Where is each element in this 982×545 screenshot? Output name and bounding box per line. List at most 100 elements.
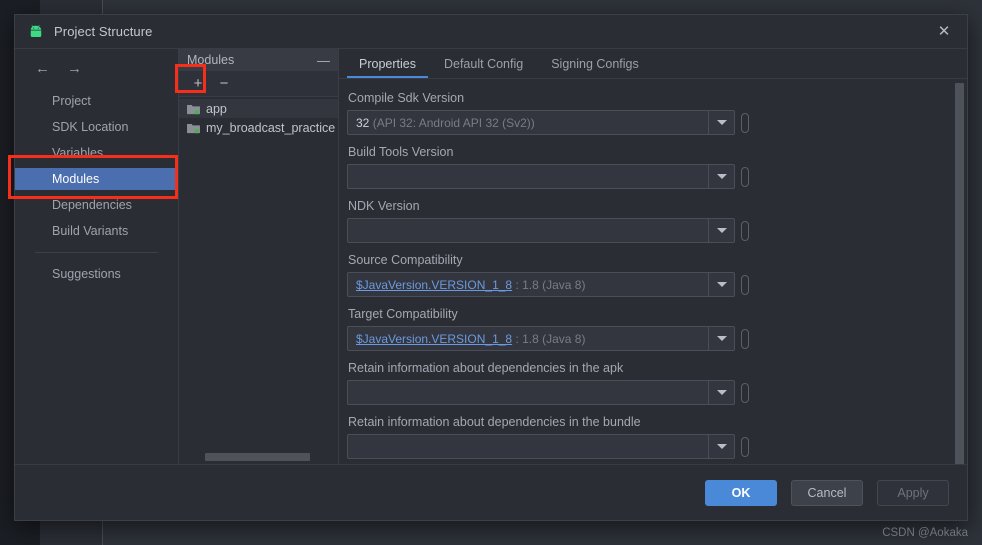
variable-picker-icon[interactable] [741, 274, 749, 295]
module-name: my_broadcast_practice [206, 120, 336, 135]
list-item[interactable]: my_broadcast_practice [179, 118, 338, 137]
field-row: $JavaVersion.VERSION_1_8 : 1.8 (Java 8) [347, 326, 967, 351]
cancel-button[interactable]: Cancel [791, 479, 863, 506]
tab-properties[interactable]: Properties [345, 49, 430, 78]
collapse-icon[interactable]: — [317, 54, 330, 67]
variable-picker-icon[interactable] [741, 166, 749, 187]
module-name: app [206, 101, 227, 116]
field-label: Retain information about dependencies in… [348, 415, 641, 429]
sidebar-item-modules[interactable]: Modules [15, 168, 178, 190]
compile-sdk-version-combobox[interactable]: 32 (API 32: Android API 32 (Sv2)) [347, 110, 735, 135]
sidebar-item-sdk-location[interactable]: SDK Location [15, 116, 178, 138]
combo-value: 32 (API 32: Android API 32 (Sv2)) [348, 116, 708, 130]
field-compile-sdk-version: Compile Sdk Version 32 (API 32: Android … [347, 91, 967, 135]
ndk-version-combobox[interactable] [347, 218, 735, 243]
tab-bar: Properties Default Config Signing Config… [339, 49, 967, 79]
sidebar-item-label: SDK Location [52, 120, 129, 134]
tab-label: Default Config [443, 56, 524, 71]
dialog-titlebar: Project Structure ✕ [15, 15, 967, 49]
chevron-down-icon[interactable] [708, 273, 734, 296]
build-tools-version-combobox[interactable] [347, 164, 735, 189]
close-icon[interactable]: ✕ [933, 21, 955, 43]
combo-variable-text: $JavaVersion.VERSION_1_8 [356, 331, 513, 346]
modules-horizontal-scrollbar[interactable] [179, 451, 338, 464]
dialog-title: Project Structure [54, 24, 153, 39]
field-label: Source Compatibility [348, 253, 463, 267]
project-structure-dialog: Project Structure ✕ ← → Project SDK Loca… [14, 14, 968, 521]
left-navigation: ← → Project SDK Location Variables Modul… [15, 49, 179, 464]
scrollbar-thumb[interactable] [955, 83, 964, 464]
field-row: $JavaVersion.VERSION_1_8 : 1.8 (Java 8) [347, 272, 967, 297]
field-label: Target Compatibility [348, 307, 458, 321]
sidebar-item-label: Suggestions [52, 267, 121, 281]
retain-dependencies-apk-combobox[interactable] [347, 380, 735, 405]
back-arrow-icon[interactable]: ← [35, 61, 51, 76]
combo-hint-text: : 1.8 (Java 8) [515, 277, 586, 292]
target-compatibility-combobox[interactable]: $JavaVersion.VERSION_1_8 : 1.8 (Java 8) [347, 326, 735, 351]
field-build-tools-version: Build Tools Version [347, 145, 967, 189]
chevron-down-icon[interactable] [708, 327, 734, 350]
variable-picker-icon[interactable] [741, 382, 749, 403]
list-item[interactable]: app [179, 99, 338, 118]
module-folder-icon [187, 104, 200, 114]
field-target-compatibility: Target Compatibility $JavaVersion.VERSIO… [347, 307, 967, 351]
combo-value: $JavaVersion.VERSION_1_8 : 1.8 (Java 8) [348, 278, 708, 292]
field-retain-dependencies-apk: Retain information about dependencies in… [347, 361, 967, 405]
modules-panel: Modules — + − app my_broadcast_practice [179, 49, 339, 464]
field-row [347, 164, 967, 189]
ok-button[interactable]: OK [705, 479, 777, 506]
retain-dependencies-bundle-combobox[interactable] [347, 434, 735, 459]
field-row [347, 434, 967, 459]
combo-variable-text: $JavaVersion.VERSION_1_8 [356, 277, 513, 292]
sidebar-item-suggestions[interactable]: Suggestions [15, 263, 178, 285]
chevron-down-icon[interactable] [708, 111, 734, 134]
field-row: 32 (API 32: Android API 32 (Sv2)) [347, 110, 967, 135]
forward-arrow-icon[interactable]: → [67, 61, 83, 76]
sidebar-item-build-variants[interactable]: Build Variants [15, 220, 178, 242]
combo-value-text: 32 [356, 115, 370, 130]
tab-signing-configs[interactable]: Signing Configs [537, 49, 653, 78]
sidebar-item-label: Dependencies [52, 198, 132, 212]
watermark: CSDN @Aokaka [882, 527, 968, 539]
chevron-down-icon[interactable] [708, 219, 734, 242]
modules-panel-header: Modules — [179, 49, 338, 71]
sidebar-item-label: Build Variants [52, 224, 129, 238]
dialog-footer: OK Cancel Apply [15, 464, 967, 520]
variable-picker-icon[interactable] [741, 328, 749, 349]
tab-default-config[interactable]: Default Config [430, 49, 537, 78]
modules-list: app my_broadcast_practice [179, 97, 338, 451]
add-module-button[interactable]: + [187, 74, 209, 94]
chevron-down-icon[interactable] [708, 165, 734, 188]
chevron-down-icon[interactable] [708, 381, 734, 404]
source-compatibility-combobox[interactable]: $JavaVersion.VERSION_1_8 : 1.8 (Java 8) [347, 272, 735, 297]
tab-label: Signing Configs [551, 56, 639, 71]
field-label: NDK Version [348, 199, 420, 213]
apply-button[interactable]: Apply [877, 479, 949, 506]
remove-module-button[interactable]: − [213, 74, 235, 94]
field-source-compatibility: Source Compatibility $JavaVersion.VERSIO… [347, 253, 967, 297]
sidebar-item-dependencies[interactable]: Dependencies [15, 194, 178, 216]
sidebar-item-label: Project [52, 94, 91, 108]
field-label: Build Tools Version [348, 145, 454, 159]
variable-picker-icon[interactable] [741, 436, 749, 457]
field-label: Compile Sdk Version [348, 91, 465, 105]
nav-history-controls: ← → [15, 55, 178, 90]
module-folder-icon [187, 123, 200, 133]
field-label: Retain information about dependencies in… [348, 361, 624, 375]
sidebar-divider [35, 252, 158, 253]
modules-panel-title: Modules [187, 53, 235, 67]
chevron-down-icon[interactable] [708, 435, 734, 458]
variable-picker-icon[interactable] [741, 220, 749, 241]
sidebar-item-project[interactable]: Project [15, 90, 178, 112]
sidebar-item-variables[interactable]: Variables [15, 142, 178, 164]
field-ndk-version: NDK Version [347, 199, 967, 243]
android-robot-icon [30, 24, 42, 37]
field-row [347, 380, 967, 405]
modules-toolbar: + − [179, 71, 338, 97]
combo-hint-text: : 1.8 (Java 8) [515, 331, 586, 346]
sidebar-item-label: Variables [52, 146, 104, 160]
scrollbar-thumb[interactable] [205, 453, 310, 461]
properties-vertical-scrollbar[interactable] [955, 83, 964, 464]
tab-label: Properties [359, 56, 416, 71]
variable-picker-icon[interactable] [741, 112, 749, 133]
